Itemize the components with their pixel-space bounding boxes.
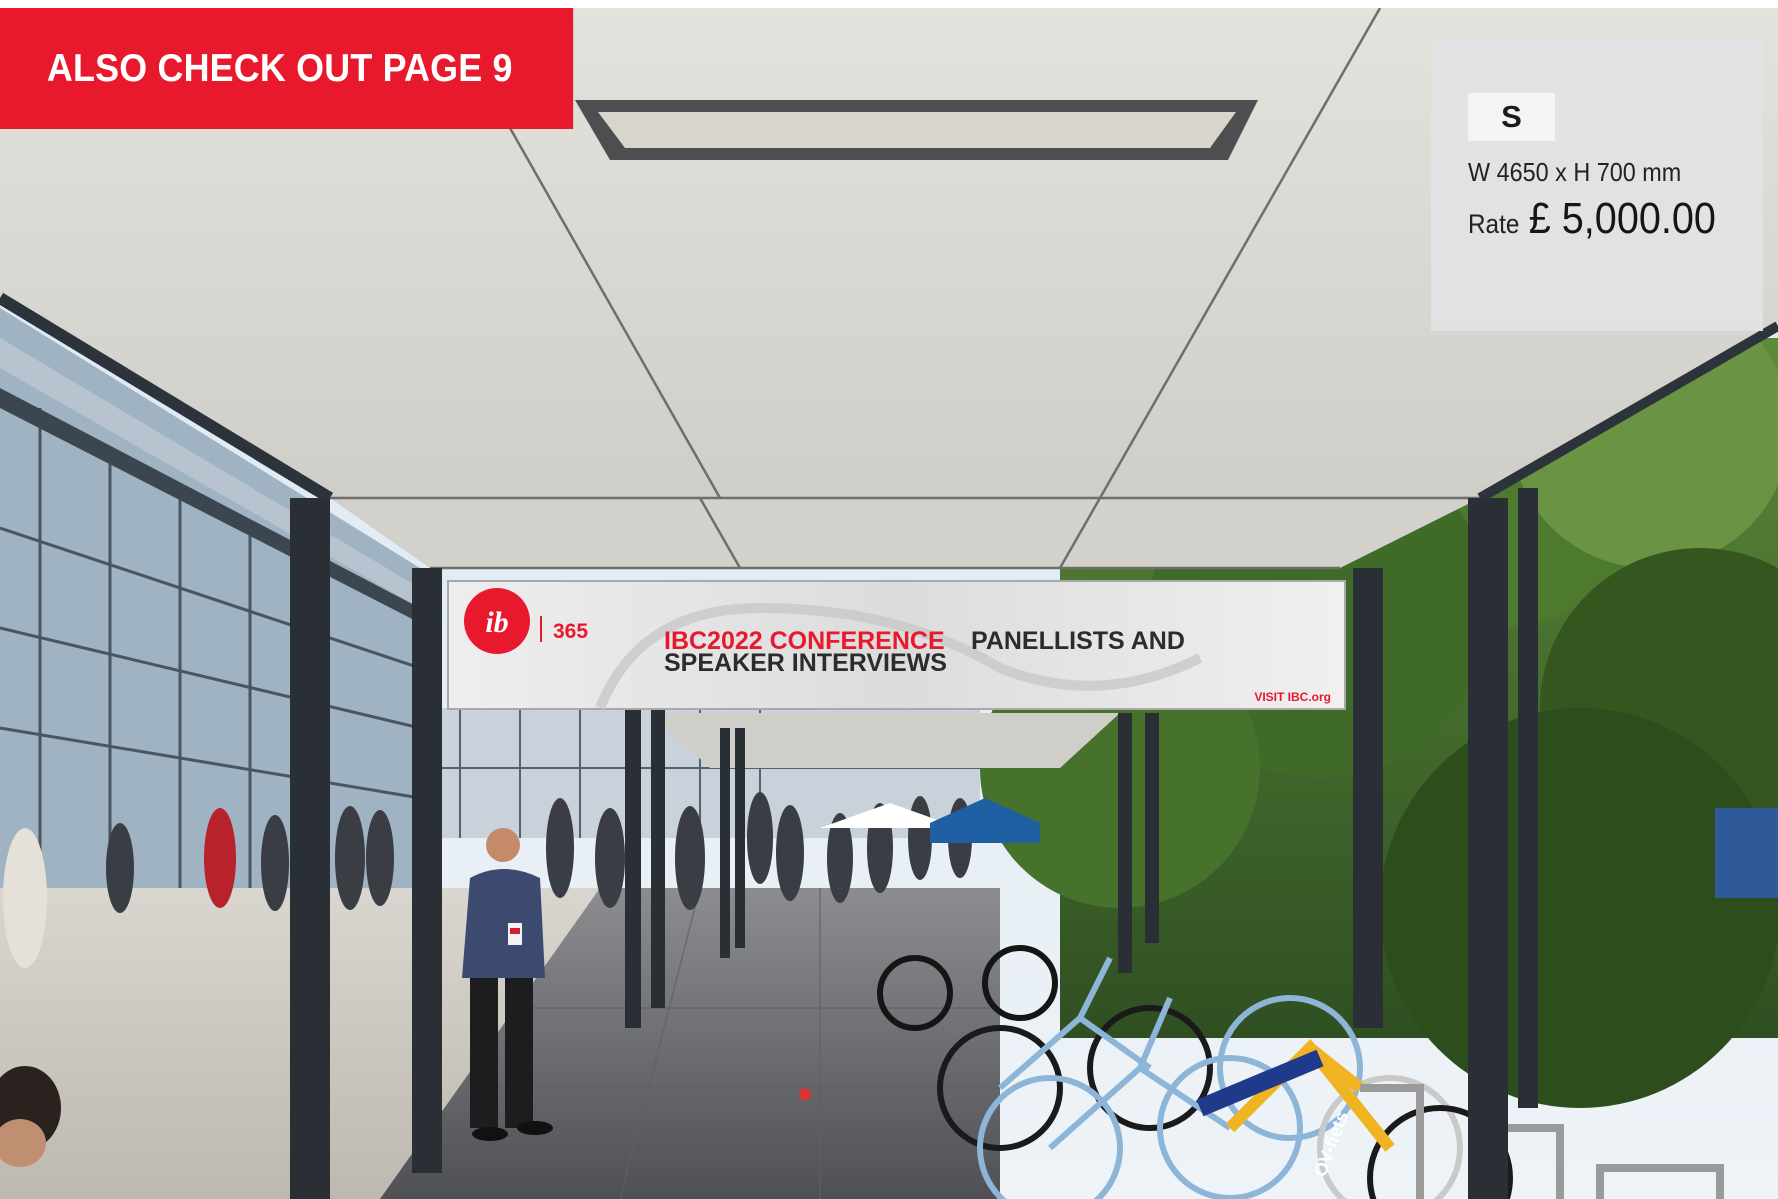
ibc-logo-text: ib — [485, 606, 508, 639]
ibc-365-label: 365 — [553, 620, 588, 643]
banner-headline-dark: PANELLISTS AND — [971, 627, 1185, 655]
rate-label: Rate — [1468, 209, 1520, 239]
banner-footer-link: VISIT IBC.org — [1254, 690, 1331, 704]
banner-subheadline: SPEAKER INTERVIEWS — [664, 649, 947, 677]
ad-spec-box: S W 4650 x H 700 mm Rate £ 5,000.00 — [1431, 38, 1763, 331]
conference-banner: ib 365 IBC2022 CONFERENCE PANELLISTS AND… — [447, 580, 1346, 710]
rate-value: £ 5,000.00 — [1528, 194, 1716, 243]
promo-banner[interactable]: ALSO CHECK OUT PAGE 9 — [0, 8, 574, 129]
dimensions-text: W 4650 x H 700 mm — [1468, 157, 1682, 187]
rate-row: Rate £ 5,000.00 — [1468, 194, 1734, 244]
size-badge: S — [1468, 93, 1555, 141]
promo-banner-text: ALSO CHECK OUT PAGE 9 — [46, 46, 513, 90]
